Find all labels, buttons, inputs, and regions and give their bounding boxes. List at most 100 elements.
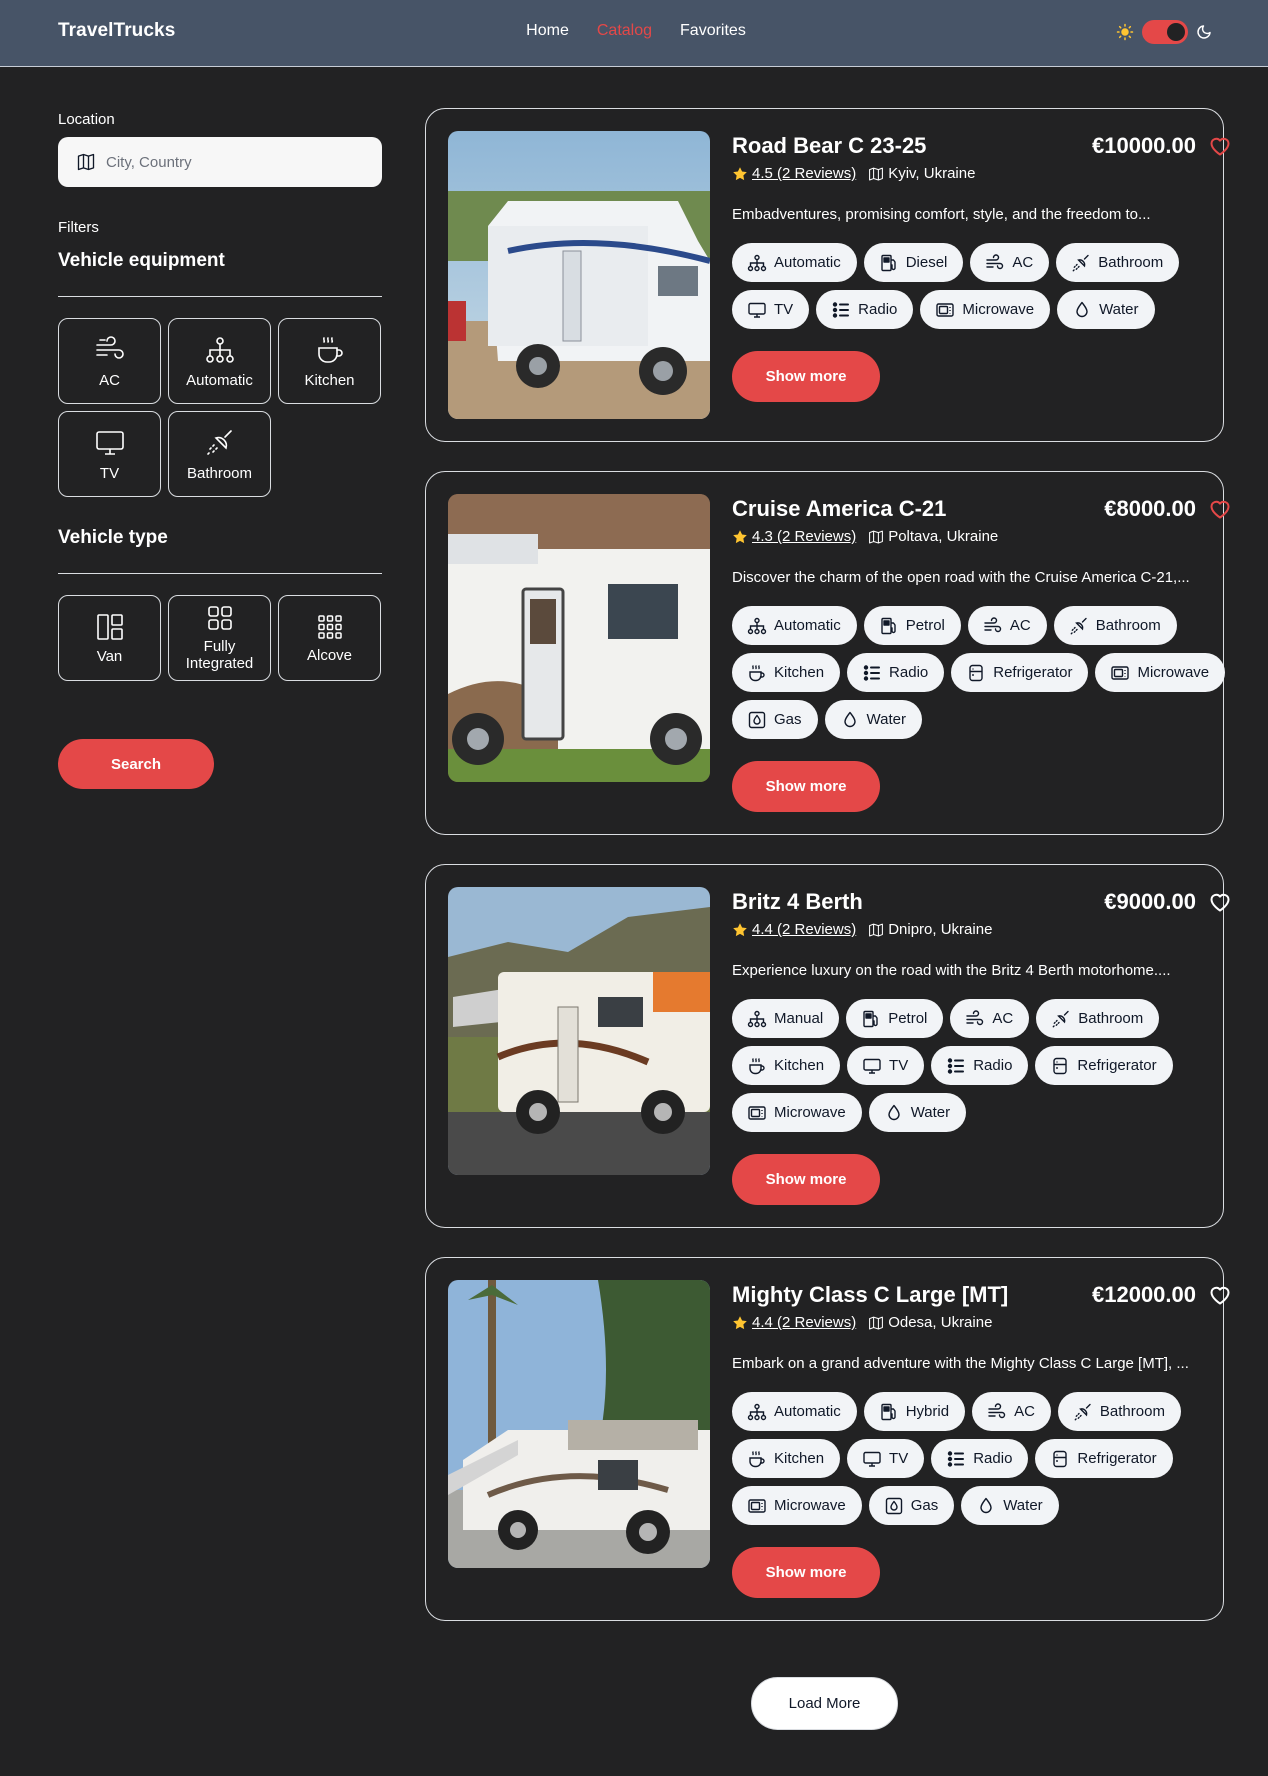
tv-icon (862, 1056, 882, 1076)
camper-details: Cruise America C-21 €8000.00 4.3 (2 Revi… (732, 494, 1232, 812)
location-label: Location (58, 111, 115, 128)
tag-label: Radio (973, 1450, 1013, 1467)
rating[interactable]: 4.4 (2 Reviews) (732, 921, 856, 938)
fuel-icon (879, 1402, 899, 1422)
tag-water: Water (824, 700, 922, 739)
feature-tags: Automatic Diesel AC Bathroom TV Radio Mi… (732, 243, 1232, 329)
tag-tv: TV (847, 1439, 925, 1478)
camper-name[interactable]: Britz 4 Berth (732, 889, 863, 915)
show-more-button[interactable]: Show more (732, 1154, 880, 1205)
cup-hot-icon (747, 663, 767, 683)
camper-price: €9000.00 (1104, 889, 1196, 914)
grid-1x2-icon (96, 613, 123, 640)
tag-water: Water (1057, 290, 1155, 329)
rating[interactable]: 4.5 (2 Reviews) (732, 165, 856, 182)
wind-icon (965, 1009, 985, 1029)
heart-icon[interactable] (1208, 134, 1232, 158)
feature-tags: Manual Petrol AC Bathroom Kitchen TV Rad… (732, 999, 1232, 1132)
type-van[interactable]: Van (58, 595, 161, 681)
filter-bathroom[interactable]: Bathroom (168, 411, 271, 497)
tag-label: Radio (858, 301, 898, 318)
theme-toggle[interactable] (1142, 20, 1188, 44)
tag-kitchen: Kitchen (732, 1439, 841, 1478)
wind-icon (985, 253, 1005, 273)
vehicle-type-title: Vehicle type (58, 527, 168, 548)
location-text: Poltava, Ukraine (888, 528, 999, 545)
wind-icon (987, 1402, 1007, 1422)
camper-card: Britz 4 Berth €9000.00 4.4 (2 Reviews) D… (425, 864, 1224, 1228)
type-alcove-label: Alcove (306, 646, 353, 664)
rating[interactable]: 4.4 (2 Reviews) (732, 1314, 856, 1331)
type-van-label: Van (96, 647, 123, 665)
tag-label: Petrol (905, 617, 945, 634)
filter-kitchen[interactable]: Kitchen (278, 318, 381, 404)
tag-ac: AC (950, 999, 1030, 1038)
tag-label: Microwave (774, 1104, 846, 1121)
shower-icon (1051, 1009, 1071, 1029)
nav-favorites[interactable]: Favorites (680, 22, 746, 40)
microwave-icon (1110, 663, 1130, 683)
camper-price: €12000.00 (1092, 1282, 1196, 1307)
rating-text: 4.4 (2 Reviews) (752, 1314, 857, 1331)
fuel-icon (879, 616, 899, 636)
camper-location: Kyiv, Ukraine (868, 165, 975, 182)
heart-icon[interactable] (1208, 890, 1232, 914)
tag-label: Petrol (888, 1010, 928, 1027)
tag-label: Water (910, 1104, 951, 1121)
camper-image[interactable] (448, 1280, 710, 1568)
camper-image[interactable] (448, 887, 710, 1175)
microwave-icon (935, 300, 955, 320)
show-more-button[interactable]: Show more (732, 761, 880, 812)
tag-engine: Hybrid (863, 1392, 966, 1431)
location-field[interactable] (58, 137, 382, 187)
camper-image[interactable] (448, 494, 710, 782)
camper-list: Road Bear C 23-25 €10000.00 4.5 (2 Revie… (425, 108, 1224, 1650)
camper-name[interactable]: Mighty Class C Large [MT] (732, 1282, 1008, 1308)
nav-catalog[interactable]: Catalog (597, 22, 652, 40)
show-more-button[interactable]: Show more (732, 351, 880, 402)
cup-hot-icon (747, 1056, 767, 1076)
tag-label: TV (889, 1057, 909, 1074)
wind-icon (983, 616, 1003, 636)
equipment-grid: AC Automatic Kitchen TV Bathroom (58, 318, 382, 497)
camper-name[interactable]: Cruise America C-21 (732, 496, 946, 522)
type-fully-integrated[interactable]: Fully Integrated (168, 595, 271, 681)
transmission-icon (747, 1402, 767, 1422)
map-icon (868, 922, 884, 938)
tag-label: Gas (910, 1497, 939, 1514)
radio-icon (946, 1056, 966, 1076)
load-more-button[interactable]: Load More (751, 1677, 898, 1730)
transmission-icon (747, 253, 767, 273)
show-more-button[interactable]: Show more (732, 1547, 880, 1598)
rating[interactable]: 4.3 (2 Reviews) (732, 528, 856, 545)
star-icon (732, 529, 748, 545)
tag-label: Microwave (962, 301, 1035, 318)
tag-transmission: Automatic (732, 606, 857, 645)
microwave-icon (747, 1496, 767, 1516)
location-input[interactable] (106, 153, 366, 171)
camper-image[interactable] (448, 131, 710, 419)
feature-tags: Automatic Hybrid AC Bathroom Kitchen TV … (732, 1392, 1232, 1525)
nav-home[interactable]: Home (526, 22, 569, 40)
diagram-icon (205, 336, 234, 363)
tag-label: Kitchen (774, 1450, 825, 1467)
tag-water: Water (868, 1093, 967, 1132)
search-button[interactable]: Search (58, 739, 214, 789)
filter-tv[interactable]: TV (58, 411, 161, 497)
tag-label: AC (992, 1010, 1014, 1027)
filter-automatic[interactable]: Automatic (168, 318, 271, 404)
tag-microwave: Microwave (1095, 653, 1226, 692)
tag-label: Automatic (774, 1403, 841, 1420)
tag-ac: AC (967, 606, 1047, 645)
filter-ac[interactable]: AC (58, 318, 161, 404)
camper-name[interactable]: Road Bear C 23-25 (732, 133, 926, 159)
heart-icon[interactable] (1208, 1283, 1232, 1307)
tag-label: Bathroom (1098, 254, 1164, 271)
tag-label: Diesel (905, 254, 948, 271)
heart-icon[interactable] (1208, 497, 1232, 521)
transmission-icon (747, 1009, 767, 1029)
type-alcove[interactable]: Alcove (278, 595, 381, 681)
tag-engine: Diesel (863, 243, 964, 282)
tag-transmission: Automatic (732, 1392, 857, 1431)
camper-details: Road Bear C 23-25 €10000.00 4.5 (2 Revie… (732, 131, 1232, 419)
